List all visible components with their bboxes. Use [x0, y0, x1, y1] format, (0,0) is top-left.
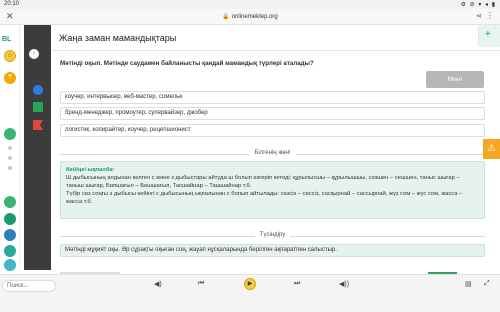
rail-lessons-icon[interactable]: [4, 213, 16, 225]
url-text[interactable]: 🔒 onlinemektep.org: [0, 13, 500, 20]
rail-home-icon[interactable]: [4, 128, 16, 140]
info-box: Кейіңгі ықпалда: Ш дыбысының алдынан кел…: [60, 161, 485, 219]
status-icons: ⚙ ⊘ ▾ ◂ ▮: [460, 2, 496, 8]
menu-button[interactable]: Мені: [426, 71, 484, 88]
rail-chat-icon[interactable]: [4, 245, 16, 257]
lesson-content: Жаңа заман мамандықтары + Мәтінді оқып. …: [51, 25, 500, 270]
plus-icon: +: [485, 29, 491, 40]
volume-down-icon[interactable]: ◀): [154, 280, 162, 288]
fullscreen-icon[interactable]: ⤢: [484, 280, 490, 288]
avatar[interactable]: ☺: [4, 50, 16, 62]
section-know-label: Білгенің жөн!: [51, 150, 494, 156]
status-bar: 20:10 ⚙ ⊘ ▾ ◂ ▮: [0, 0, 500, 9]
warning-icon[interactable]: ⚠: [483, 139, 500, 159]
lesson-toolbar: ›: [24, 25, 51, 270]
info-icon[interactable]: [33, 85, 43, 95]
volume-up-icon[interactable]: ◀)): [339, 280, 349, 288]
info-paragraph: Ш дыбысының алдынан келген с және з дыбы…: [66, 175, 460, 189]
status-time: 20:10: [4, 1, 20, 7]
share-icon[interactable]: ⋖: [476, 12, 482, 20]
answer-option[interactable]: коучер, интервьюер, веб-мастер, сомелье: [60, 91, 485, 104]
question-text: Мәтінді оқып. Мәтінде саудамен байланыст…: [60, 60, 314, 67]
answer-option[interactable]: логистик, копирайтер, коучер, рецепшиони…: [60, 124, 485, 137]
instruction-box: Мәтінді мұқият оқы. Әр сұрақты оқыған со…: [60, 244, 485, 257]
next-track-icon[interactable]: ⏭: [294, 280, 300, 288]
rail-dot: [8, 166, 12, 170]
rail-help-icon[interactable]: [4, 196, 16, 208]
answer-option[interactable]: бренд-менеджер, промоутер, супервайзер, …: [60, 107, 485, 120]
rail-stats-icon[interactable]: [4, 229, 16, 241]
info-title: Кейіңгі ықпалда:: [66, 167, 115, 173]
play-icon[interactable]: ▶: [244, 278, 256, 290]
rail-settings-icon[interactable]: [4, 259, 16, 271]
coin-icon[interactable]: ₸: [4, 72, 16, 84]
rail-dot: [8, 146, 12, 150]
system-taskbar: Поиск... ◀) ⏮ ▶ ⏭ ◀)) ▤ ⤢: [0, 274, 500, 312]
url-bar: ✕ 🔒 onlinemektep.org ⋖ ⋮: [0, 9, 500, 25]
logo: BL: [2, 36, 12, 43]
chevron-right-icon[interactable]: ›: [29, 49, 39, 59]
cart-icon[interactable]: ▤: [465, 280, 472, 288]
url-label: onlinemektep.org: [231, 14, 278, 20]
prev-track-icon[interactable]: ⏮: [198, 280, 204, 288]
topic-title: Жаңа заман мамандықтары: [59, 33, 177, 43]
comment-icon[interactable]: [33, 102, 43, 112]
more-icon[interactable]: ⋮: [486, 11, 494, 20]
topic-header: Жаңа заман мамандықтары +: [51, 25, 500, 51]
lock-icon: 🔒: [222, 14, 230, 20]
section-understand-label: Түсіндіру: [51, 232, 494, 238]
flag-icon[interactable]: [33, 120, 43, 130]
search-input[interactable]: Поиск...: [2, 280, 56, 292]
info-paragraph: Түбір сөз соңғы з дыбысы кейінгі с дыбыс…: [66, 191, 463, 205]
expand-button[interactable]: +: [478, 25, 500, 47]
rail-dot: [8, 156, 12, 160]
